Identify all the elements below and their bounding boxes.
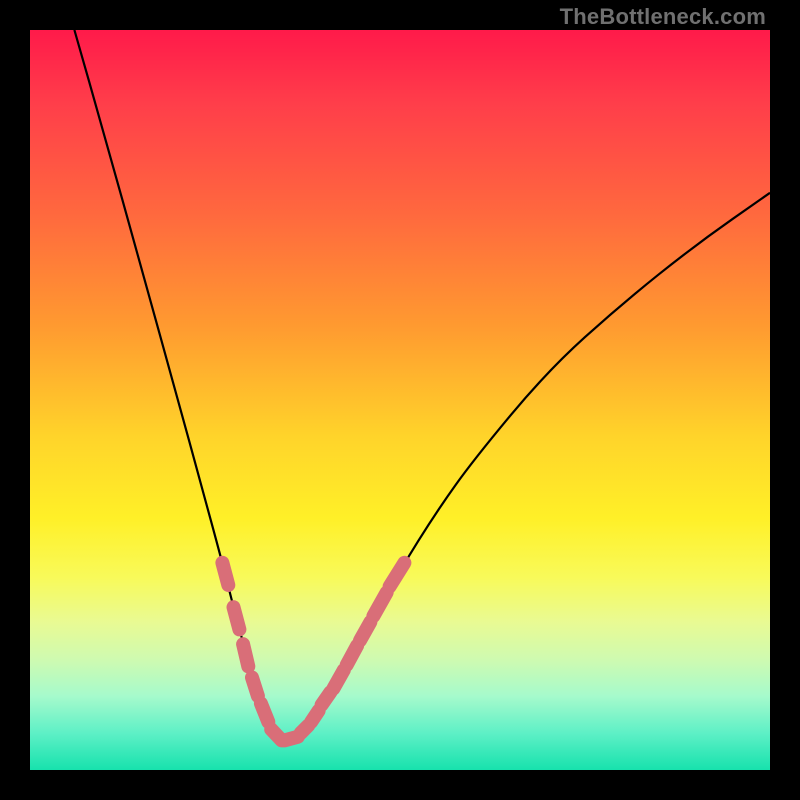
bead-segment [252, 678, 258, 697]
bead-overlay-group [222, 563, 404, 741]
plot-area [30, 30, 770, 770]
curve-svg [30, 30, 770, 770]
bead-segment [222, 563, 228, 585]
bead-segment [390, 563, 405, 587]
bead-segment [373, 592, 386, 616]
bead-segment [333, 670, 343, 689]
bead-segment [261, 703, 268, 722]
watermark-label: TheBottleneck.com [560, 4, 766, 30]
bead-segment [322, 692, 331, 705]
bead-segment [347, 646, 357, 665]
bead-segment [234, 607, 240, 629]
bead-segment [311, 711, 318, 722]
chart-frame: TheBottleneck.com [0, 0, 800, 800]
bead-segment [243, 644, 248, 666]
bead-segment [360, 622, 370, 641]
bottleneck-curve [74, 30, 770, 740]
